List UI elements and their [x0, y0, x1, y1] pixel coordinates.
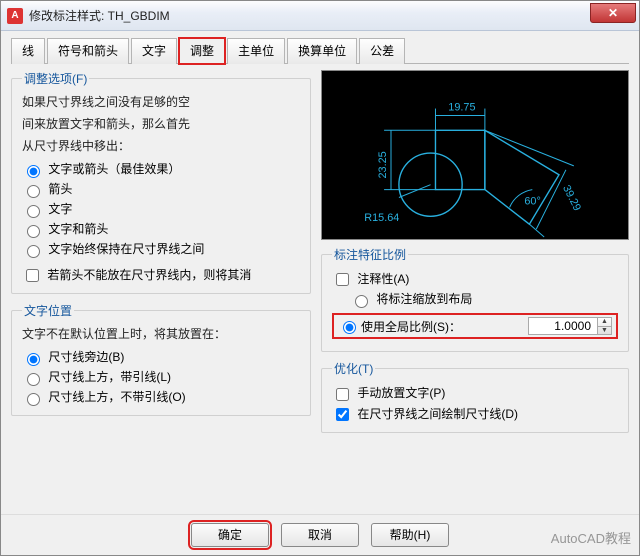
fit-options-group: 调整选项(F) 如果尺寸界线之间没有足够的空 间来放置文字和箭头，那么首先 从尺…	[11, 70, 311, 294]
fit-radio-4[interactable]	[27, 245, 40, 258]
scale-annotative[interactable]: 注释性(A)	[332, 269, 618, 289]
close-button[interactable]: ✕	[590, 3, 636, 23]
draw-dimline-checkbox[interactable]	[336, 408, 349, 421]
textpos-opt2-label: 尺寸线上方，不带引线(O)	[48, 390, 185, 404]
fit-radio-2[interactable]	[27, 205, 40, 218]
tab-alternate-units[interactable]: 换算单位	[287, 38, 357, 64]
use-global-label: 使用全局比例(S)：	[361, 318, 528, 335]
fit-opt-arrows[interactable]: 箭头	[22, 179, 300, 199]
tune-drawdim[interactable]: 在尺寸界线之间绘制尺寸线(D)	[332, 404, 618, 424]
fit-desc-line3: 从尺寸界线中移出：	[22, 137, 300, 155]
dialog-footer: 确定 取消 帮助(H)	[1, 514, 639, 555]
scale-group: 标注特征比例 注释性(A) 将标注缩放到布局 使用全局比例(S)：	[321, 246, 629, 352]
tab-primary-units[interactable]: 主单位	[227, 38, 285, 64]
tab-fit[interactable]: 调整	[179, 38, 225, 64]
svg-text:23.25: 23.25	[377, 151, 389, 178]
dimension-preview: 19.75 23.25 39.29 60° R15.64	[321, 70, 629, 240]
ok-button[interactable]: 确定	[191, 523, 269, 547]
textpos-above-noleader[interactable]: 尺寸线上方，不带引线(O)	[22, 387, 300, 407]
use-global-scale-row: 使用全局比例(S)： ▲ ▼	[332, 313, 618, 339]
fit-radio-3[interactable]	[27, 225, 40, 238]
fit-radio-1[interactable]	[27, 185, 40, 198]
tab-tolerance[interactable]: 公差	[359, 38, 405, 64]
cancel-button[interactable]: 取消	[281, 523, 359, 547]
fit-options-legend: 调整选项(F)	[22, 70, 89, 87]
textpos-radio-2[interactable]	[27, 393, 40, 406]
scale-legend: 标注特征比例	[332, 246, 408, 263]
textpos-opt0-label: 尺寸线旁边(B)	[48, 350, 124, 364]
close-icon: ✕	[608, 6, 618, 20]
fit-opt-both[interactable]: 文字和箭头	[22, 219, 300, 239]
tune-group: 优化(T) 手动放置文字(P) 在尺寸界线之间绘制尺寸线(D)	[321, 360, 629, 433]
textpos-radio-0[interactable]	[27, 353, 40, 366]
fit-layout-radio[interactable]	[355, 295, 368, 308]
svg-text:19.75: 19.75	[448, 102, 475, 114]
spin-up-icon[interactable]: ▲	[598, 318, 611, 327]
fit-opt4-label: 文字始终保持在尺寸界线之间	[48, 242, 204, 256]
fit-desc-line2: 间来放置文字和箭头，那么首先	[22, 115, 300, 133]
textpos-radio-1[interactable]	[27, 373, 40, 386]
manual-place-checkbox[interactable]	[336, 388, 349, 401]
annotative-label: 注释性(A)	[357, 272, 409, 286]
window-title: 修改标注样式: TH_GBDIM	[29, 7, 170, 24]
textpos-opt1-label: 尺寸线上方，带引线(L)	[48, 370, 171, 384]
global-scale-spinner[interactable]: ▲ ▼	[598, 317, 612, 335]
spin-down-icon[interactable]: ▼	[598, 327, 611, 335]
fit-opt-text[interactable]: 文字	[22, 199, 300, 219]
draw-dimline-label: 在尺寸界线之间绘制尺寸线(D)	[357, 407, 518, 421]
global-scale-input[interactable]	[528, 317, 598, 335]
fit-desc-line1: 如果尺寸界线之间没有足够的空	[22, 93, 300, 111]
use-global-radio[interactable]	[343, 321, 356, 334]
tab-line[interactable]: 线	[11, 38, 45, 64]
svg-text:60°: 60°	[524, 195, 540, 207]
tune-legend: 优化(T)	[332, 360, 375, 377]
svg-text:39.29: 39.29	[560, 183, 583, 213]
text-position-group: 文字位置 文字不在默认位置上时，将其放置在： 尺寸线旁边(B) 尺寸线上方，带引…	[11, 302, 311, 416]
app-icon: A	[7, 8, 23, 24]
textpos-above-leader[interactable]: 尺寸线上方，带引线(L)	[22, 367, 300, 387]
manual-place-label: 手动放置文字(P)	[357, 386, 445, 400]
annotative-checkbox[interactable]	[336, 273, 349, 286]
fit-suppress-checkbox[interactable]	[26, 269, 39, 282]
fit-suppress-arrows[interactable]: 若箭头不能放在尺寸界线内，则将其消	[22, 265, 300, 285]
fit-opt0-label: 文字或箭头（最佳效果）	[48, 162, 180, 176]
fit-layout-label: 将标注缩放到布局	[376, 292, 472, 306]
fit-radio-0[interactable]	[27, 165, 40, 178]
help-button[interactable]: 帮助(H)	[371, 523, 449, 547]
text-position-legend: 文字位置	[22, 302, 74, 319]
tab-symbols-arrows[interactable]: 符号和箭头	[47, 38, 129, 64]
tab-text[interactable]: 文字	[131, 38, 177, 64]
dialog-window: A 修改标注样式: TH_GBDIM ✕ 线 符号和箭头 文字 调整 主单位 换…	[0, 0, 640, 556]
tab-strip: 线 符号和箭头 文字 调整 主单位 换算单位 公差	[11, 37, 629, 64]
fit-opt2-label: 文字	[48, 202, 72, 216]
svg-text:R15.64: R15.64	[364, 212, 399, 224]
fit-opt1-label: 箭头	[48, 182, 72, 196]
fit-opt-keep-between[interactable]: 文字始终保持在尺寸界线之间	[22, 239, 300, 259]
fit-opt-text-or-arrows[interactable]: 文字或箭头（最佳效果）	[22, 159, 300, 179]
fit-chk-label: 若箭头不能放在尺寸界线内，则将其消	[47, 268, 251, 282]
tune-manual[interactable]: 手动放置文字(P)	[332, 383, 618, 403]
titlebar: A 修改标注样式: TH_GBDIM ✕	[1, 1, 639, 31]
fit-opt3-label: 文字和箭头	[48, 222, 108, 236]
textpos-beside[interactable]: 尺寸线旁边(B)	[22, 347, 300, 367]
scale-fit-layout[interactable]: 将标注缩放到布局	[350, 289, 618, 309]
text-position-desc: 文字不在默认位置上时，将其放置在：	[22, 325, 300, 343]
